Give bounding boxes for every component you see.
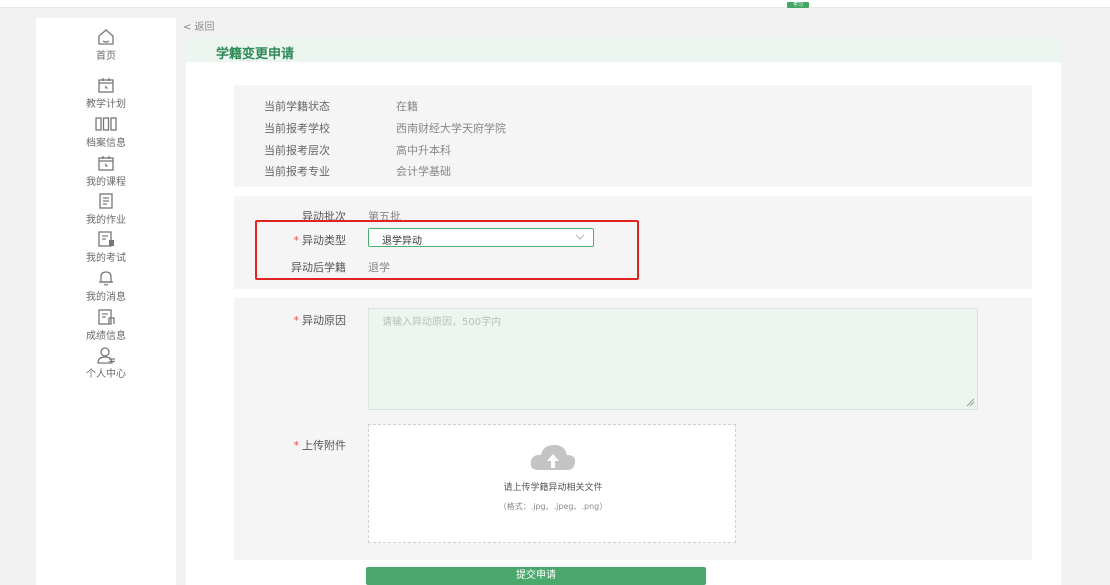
status-value: 高中升本科 <box>396 144 451 157</box>
after-label: 异动后学籍 <box>291 261 346 274</box>
calendar-icon <box>98 156 114 171</box>
main-content: 学籍变更申请 当前学籍状态 在籍 当前报考学校 西南财经大学天府学院 当前报考层… <box>186 38 1061 585</box>
sidebar-item-my-exams[interactable]: 我的考试 <box>36 230 176 264</box>
upload-label: * 上传附件 <box>293 439 347 452</box>
top-chip[interactable]: 学习 <box>787 2 809 8</box>
sidebar-item-label: 我的课程 <box>86 177 126 188</box>
status-key: 当前报考层次 <box>264 144 330 157</box>
score-icon <box>98 309 115 325</box>
title-bar: 学籍变更申请 <box>186 38 1061 62</box>
required-mark: * <box>293 314 300 327</box>
after-value: 退学 <box>368 261 390 274</box>
user-icon <box>97 347 115 364</box>
back-link[interactable]: < 返回 <box>183 18 215 33</box>
cloud-upload-icon <box>530 445 576 470</box>
change-type-select[interactable]: 退学异动 <box>368 228 594 247</box>
upload-dropzone[interactable]: 请上传学籍异动相关文件 （格式：.jpg、.jpeg、.png） <box>368 424 736 543</box>
calendar-icon <box>98 78 114 93</box>
sidebar-item-label: 成绩信息 <box>86 331 126 342</box>
sidebar-item-my-homework[interactable]: 我的作业 <box>36 192 176 226</box>
sidebar-item-label: 首页 <box>96 51 116 62</box>
submit-button[interactable]: 提交申请 <box>366 567 706 585</box>
status-value: 在籍 <box>396 100 418 113</box>
change-type-value: 退学异动 <box>382 236 422 247</box>
sidebar-item-label: 我的考试 <box>86 253 126 264</box>
reason-label: * 异动原因 <box>293 314 347 327</box>
sidebar-item-label: 教学计划 <box>86 99 126 110</box>
sidebar-item-home[interactable]: 首页 <box>36 28 176 62</box>
status-key: 当前报考学校 <box>264 122 330 135</box>
status-value: 西南财经大学天府学院 <box>396 122 506 135</box>
reason-placeholder: 请输入异动原因，500字内 <box>382 317 502 328</box>
batch-value: 第五批 <box>368 210 401 223</box>
sidebar-item-scores[interactable]: 成绩信息 <box>36 308 176 342</box>
change-panel <box>234 196 1032 289</box>
required-mark: * <box>293 234 300 247</box>
upload-formats: （格式：.jpg、.jpeg、.png） <box>498 502 608 511</box>
sidebar-item-teaching-plan[interactable]: 教学计划 <box>36 76 176 110</box>
upload-hint: 请上传学籍异动相关文件 <box>503 483 603 493</box>
exam-icon <box>98 231 114 247</box>
status-value: 会计学基础 <box>396 165 451 178</box>
sidebar: 首页 教学计划 档案信息 我的课程 我的作业 我的考试 我的消息 成绩信息 个人… <box>36 18 176 585</box>
sidebar-item-my-courses[interactable]: 我的课程 <box>36 154 176 188</box>
sidebar-item-archive[interactable]: 档案信息 <box>36 115 176 149</box>
sidebar-item-my-messages[interactable]: 我的消息 <box>36 269 176 303</box>
chevron-down-icon <box>575 234 585 240</box>
top-bar: 学习 <box>0 0 1110 8</box>
batch-label: 异动批次 <box>302 210 346 223</box>
resize-handle-icon[interactable] <box>966 398 975 407</box>
required-mark: * <box>293 439 300 452</box>
status-key: 当前学籍状态 <box>264 100 330 113</box>
sidebar-item-personal-center[interactable]: 个人中心 <box>36 346 176 380</box>
status-key: 当前报考专业 <box>264 165 330 178</box>
reason-textarea[interactable]: 请输入异动原因，500字内 <box>368 308 978 410</box>
sidebar-item-label: 档案信息 <box>86 138 126 149</box>
type-label: * 异动类型 <box>293 234 347 247</box>
sidebar-item-label: 我的作业 <box>86 215 126 226</box>
page-title: 学籍变更申请 <box>216 47 295 62</box>
document-icon <box>99 193 113 209</box>
sidebar-item-label: 个人中心 <box>86 369 126 380</box>
home-icon <box>98 29 114 45</box>
bell-icon <box>99 271 113 286</box>
archive-icon <box>95 117 117 131</box>
sidebar-item-label: 我的消息 <box>86 292 126 303</box>
